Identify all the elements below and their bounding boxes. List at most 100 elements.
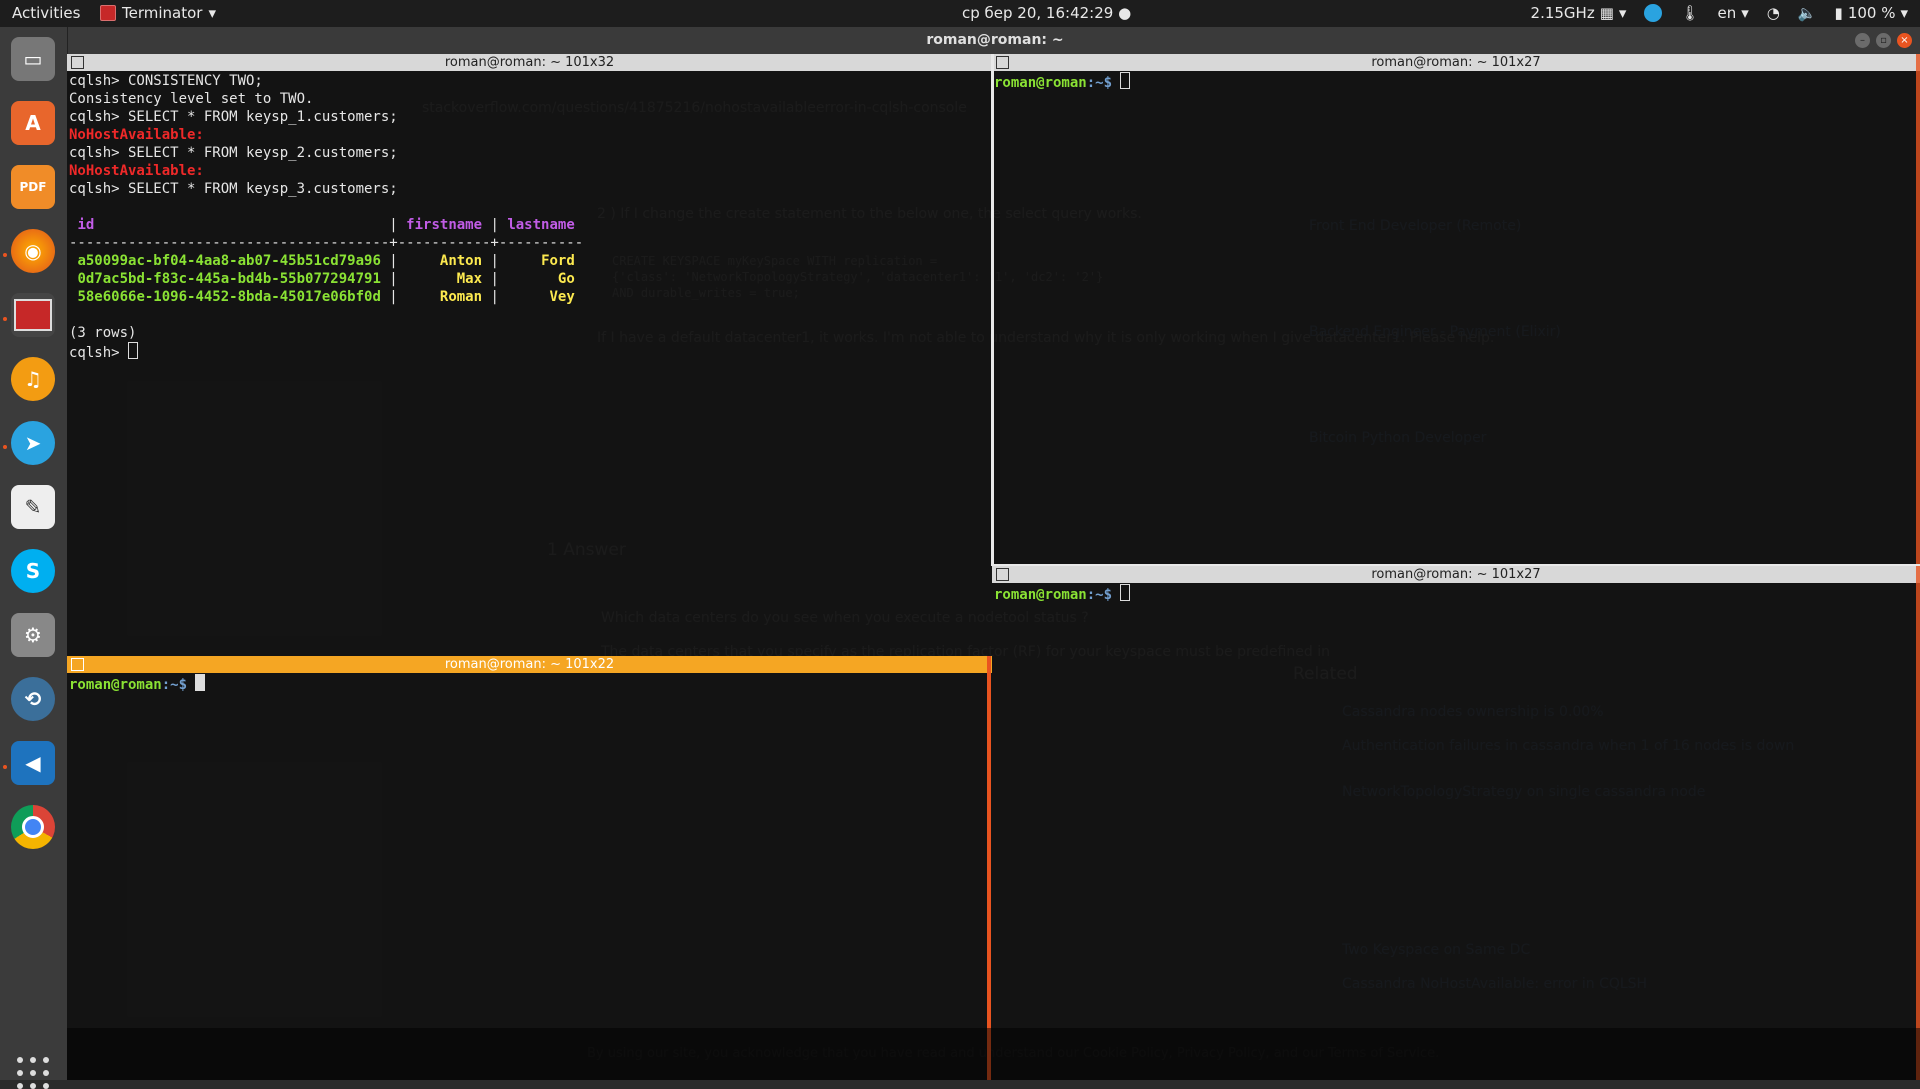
terminal-line: cqlsh> SELECT * FROM keysp_2.customers; xyxy=(69,145,398,161)
cqlsh-prompt-line: cqlsh> xyxy=(69,342,990,361)
terminator-dock-icon[interactable] xyxy=(11,293,55,337)
firefox-icon[interactable]: ◉ xyxy=(11,229,55,273)
thermometer-icon[interactable]: 🌡 xyxy=(1680,4,1699,22)
prompt-user: roman@roman xyxy=(69,677,162,693)
prompt-user: roman@roman xyxy=(994,75,1087,91)
close-button[interactable]: × xyxy=(1897,33,1912,48)
cpu-indicator[interactable]: 2.15GHz ▦ ▾ xyxy=(1531,4,1627,22)
cookie-banner-shadow xyxy=(67,1028,1920,1080)
cursor xyxy=(1120,584,1131,601)
terminal-pane-bottom-left[interactable]: roman@roman: ~ 101x22 roman@roman:~$ xyxy=(67,656,992,1080)
battery-indicator[interactable]: ▮ 100 % ▾ xyxy=(1835,4,1908,22)
minimize-button[interactable]: – xyxy=(1855,33,1870,48)
files-icon[interactable]: ▭ xyxy=(11,37,55,81)
pane-menu-icon[interactable] xyxy=(71,56,84,69)
wifi-icon[interactable]: ◔ xyxy=(1767,4,1780,22)
text-editor-icon[interactable]: ✎ xyxy=(11,485,55,529)
chrome-icon[interactable] xyxy=(11,805,55,849)
chevron-down-icon: ▾ xyxy=(1618,4,1627,22)
clock[interactable]: ср бер 20, 16:42:29 ● xyxy=(962,4,1131,22)
table-separator: --------------------------------------+-… xyxy=(69,235,584,251)
cell-lastname: Go xyxy=(557,271,575,287)
terminal-pane-bottom-right[interactable]: roman@roman: ~ 101x27 roman@roman:~$ xyxy=(992,566,1920,1080)
pane-menu-icon[interactable] xyxy=(71,658,84,671)
app-menu-label: Terminator xyxy=(122,4,203,22)
pdf-editor-icon[interactable]: PDF xyxy=(11,165,55,209)
terminator-icon xyxy=(100,5,116,21)
activities-button[interactable]: Activities xyxy=(12,4,80,22)
pane-title-bar[interactable]: roman@roman: ~ 101x27 xyxy=(992,566,1920,583)
shell-prompt-line: roman@roman:~$ xyxy=(994,584,1918,603)
error-line: NoHostAvailable: xyxy=(69,127,204,143)
cursor xyxy=(195,674,206,691)
steam-icon[interactable]: ⟲ xyxy=(11,677,55,721)
column-header-lastname: lastname xyxy=(507,217,575,233)
volume-icon[interactable]: 🔈 xyxy=(1798,4,1817,22)
cell-lastname: Vey xyxy=(549,289,575,305)
table-row: a50099ac-bf04-4aa8-ab07-45b51cd79a96 | A… xyxy=(77,253,575,269)
app-menu[interactable]: Terminator ▾ xyxy=(100,4,216,22)
shell-prompt-line: roman@roman:~$ xyxy=(69,674,990,693)
pane-title-bar[interactable]: roman@roman: ~ 101x22 xyxy=(67,656,992,673)
battery-icon: ▮ xyxy=(1834,4,1843,22)
cell-id: 0d7ac5bd-f83c-445a-bd4b-55b077294791 xyxy=(77,271,381,287)
pane-title-bar[interactable]: roman@roman: ~ 101x27 xyxy=(992,54,1920,71)
terminal-pane-top-right[interactable]: roman@roman: ~ 101x27 roman@roman:~$ xyxy=(992,54,1920,566)
prompt-user: roman@roman xyxy=(994,587,1087,603)
language-indicator[interactable]: en ▾ xyxy=(1717,4,1748,22)
cell-id: 58e6066e-1096-4452-8bda-45017e06bf0d xyxy=(77,289,381,305)
chevron-down-icon: ▾ xyxy=(1900,4,1908,22)
telegram-icon[interactable]: ➤ xyxy=(11,421,55,465)
chevron-down-icon: ▾ xyxy=(1741,4,1749,22)
skype-icon[interactable]: S xyxy=(11,549,55,593)
prompt-path: :~$ xyxy=(1086,587,1113,603)
cursor xyxy=(128,342,139,359)
terminal-output[interactable]: roman@roman:~$ xyxy=(992,583,1920,1080)
terminal-line: cqlsh> SELECT * FROM keysp_1.customers; xyxy=(69,109,398,125)
pane-splitter-vertical[interactable] xyxy=(991,54,994,566)
terminal-output[interactable]: cqlsh> CONSISTENCY TWO; Consistency leve… xyxy=(67,71,992,656)
maximize-button[interactable]: ▫ xyxy=(1876,33,1891,48)
error-line: NoHostAvailable: xyxy=(69,163,204,179)
battery-label: 100 % xyxy=(1847,4,1896,22)
pane-menu-icon[interactable] xyxy=(996,56,1009,69)
terminal-output[interactable]: roman@roman:~$ xyxy=(67,673,992,1080)
pane-title: roman@roman: ~ 101x32 xyxy=(444,55,615,70)
cell-lastname: Ford xyxy=(541,253,575,269)
telegram-tray-icon[interactable] xyxy=(1644,4,1663,22)
cpu-freq: 2.15GHz xyxy=(1530,4,1595,22)
chip-icon: ▦ xyxy=(1599,4,1614,22)
pane-title: roman@roman: ~ 101x27 xyxy=(1371,567,1541,582)
prompt-path: :~$ xyxy=(1086,75,1113,91)
dock: ▭ A PDF ◉ ♫ ➤ ✎ S ⚙ ⟲ ◀ xyxy=(0,27,68,1089)
pane-title: roman@roman: ~ 101x27 xyxy=(1371,55,1541,70)
cell-firstname: Anton xyxy=(439,253,483,269)
show-applications-icon[interactable] xyxy=(17,1057,49,1089)
table-header: id | firstname | lastname xyxy=(77,217,575,233)
table-row: 0d7ac5bd-f83c-445a-bd4b-55b077294791 | M… xyxy=(77,271,575,287)
active-pane-edge xyxy=(987,656,991,1080)
chevron-down-icon: ▾ xyxy=(208,4,216,22)
terminal-line: cqlsh> SELECT * FROM keysp_3.customers; xyxy=(69,181,398,197)
top-bar: Activities Terminator ▾ ср бер 20, 16:42… xyxy=(0,0,1920,27)
shell-prompt-line: roman@roman:~$ xyxy=(994,72,1918,91)
window-title: roman@roman: ~ xyxy=(926,32,1064,48)
cursor xyxy=(1120,72,1131,89)
vscode-icon[interactable]: ◀ xyxy=(11,741,55,785)
column-header-firstname: firstname xyxy=(406,217,483,233)
table-row: 58e6066e-1096-4452-8bda-45017e06bf0d | R… xyxy=(77,289,575,305)
cqlsh-prompt: cqlsh> xyxy=(69,345,120,361)
pane-splitter-horizontal[interactable] xyxy=(992,564,1920,566)
terminal-output[interactable]: roman@roman:~$ xyxy=(992,71,1920,566)
system-tray: 2.15GHz ▦ ▾ 🌡 en ▾ ◔ 🔈 ▮ 100 % ▾ xyxy=(1531,4,1908,22)
settings-icon[interactable]: ⚙ xyxy=(11,613,55,657)
terminal-pane-top-left[interactable]: roman@roman: ~ 101x32 cqlsh> CONSISTENCY… xyxy=(67,54,992,656)
row-count: (3 rows) xyxy=(69,325,137,341)
software-center-icon[interactable]: A xyxy=(11,101,55,145)
pane-title-bar[interactable]: roman@roman: ~ 101x32 xyxy=(67,54,992,71)
pane-menu-icon[interactable] xyxy=(996,568,1009,581)
window-title-bar[interactable]: roman@roman: ~ – ▫ × xyxy=(0,27,1920,54)
music-player-icon[interactable]: ♫ xyxy=(11,357,55,401)
terminal-line: cqlsh> CONSISTENCY TWO; xyxy=(69,73,263,89)
cell-firstname: Roman xyxy=(439,289,483,305)
